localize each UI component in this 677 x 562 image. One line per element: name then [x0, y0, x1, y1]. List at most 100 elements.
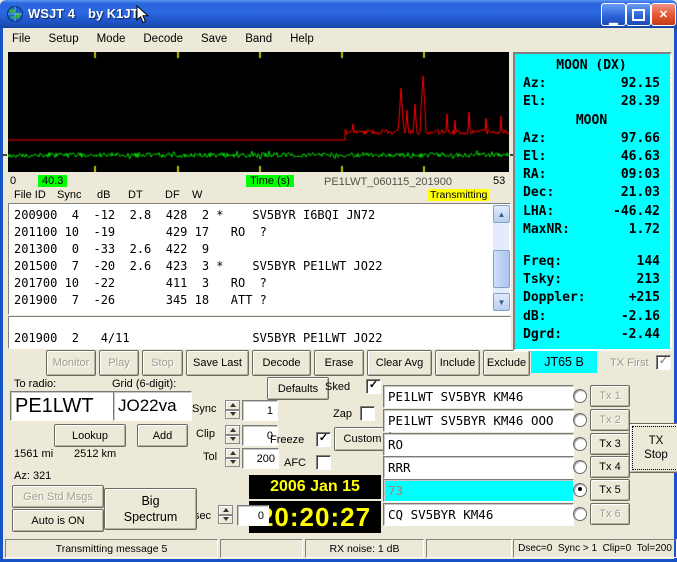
decode-row[interactable]: 201900 7 -26 345 18 ATT ?: [14, 292, 490, 309]
moon-row: Az: 97.66: [523, 130, 660, 146]
decode-header-df: DF: [165, 189, 180, 201]
azimuth-label: Az: 321: [14, 470, 52, 482]
stepper-down-icon[interactable]: [225, 409, 240, 419]
exclude-button[interactable]: Exclude: [483, 350, 530, 376]
zap-label: Zap: [333, 408, 352, 420]
add-button[interactable]: Add: [137, 424, 188, 447]
decode-header-w: W: [192, 189, 203, 201]
average-row[interactable]: 201900 2 4/11 SV5BYR PE1LWT JO22: [9, 330, 382, 348]
menu-item-file[interactable]: File: [3, 31, 40, 47]
tol-stepper[interactable]: [225, 448, 240, 467]
stepper-up-icon[interactable]: [225, 425, 240, 435]
clip-label: Clip: [196, 428, 215, 440]
tx1-button[interactable]: Tx 1: [590, 385, 630, 407]
decode-header-sync: Sync: [57, 189, 82, 201]
decode-header-dt: DT: [128, 189, 143, 201]
dsec-value[interactable]: 0: [237, 505, 269, 526]
scrollbar-thumb[interactable]: [493, 250, 510, 288]
erase-button[interactable]: Erase: [314, 350, 364, 376]
tx-message-field-3[interactable]: RO: [383, 433, 574, 456]
stepper-up-icon[interactable]: [218, 505, 233, 515]
stepper-down-icon[interactable]: [218, 514, 233, 524]
decode-row[interactable]: 201700 10 -22 411 3 RO ?: [14, 275, 490, 292]
menu-item-setup[interactable]: Setup: [40, 31, 88, 47]
stop-button[interactable]: Stop: [142, 350, 183, 376]
scroll-down-icon[interactable]: ▼: [493, 293, 510, 311]
tx6-button[interactable]: Tx 6: [590, 503, 630, 525]
clip-stepper[interactable]: [225, 425, 240, 444]
wsjt-main-window: WSJT 4 by K1JT ▁ ✕ File Setup Mode Decod…: [0, 0, 677, 562]
tx-stop-button[interactable]: TX Stop: [629, 423, 677, 473]
decode-button[interactable]: Decode: [252, 350, 311, 376]
transmitting-badge: Transmitting: [428, 189, 490, 201]
tx3-button[interactable]: Tx 3: [590, 433, 630, 455]
tx-radio-6[interactable]: [573, 507, 587, 521]
tx-message-field-6[interactable]: CQ SV5BYR KM46: [383, 503, 574, 526]
zap-checkbox[interactable]: [360, 406, 375, 421]
minimize-button[interactable]: ▁: [601, 3, 626, 26]
to-radio-input[interactable]: PE1LWT: [10, 391, 116, 421]
moon-row: El: 28.39: [523, 94, 660, 110]
decode-row[interactable]: 201300 0 -33 2.6 422 9: [14, 241, 490, 258]
decode-output[interactable]: 200900 4 -12 2.8 428 2 * SV5BYR I6BQI JN…: [8, 203, 511, 315]
big-spectrum-button[interactable]: Big Spectrum: [104, 488, 197, 530]
lookup-button[interactable]: Lookup: [54, 424, 126, 447]
moon-row: Freq: 144: [523, 254, 660, 270]
average-output[interactable]: 201900 2 4/11 SV5BYR PE1LWT JO22: [8, 316, 511, 349]
afc-checkbox[interactable]: [316, 455, 331, 470]
maximize-button[interactable]: [626, 3, 651, 26]
auto-button[interactable]: Auto is ON: [12, 509, 104, 532]
decode-scrollbar[interactable]: ▲ ▼: [493, 205, 510, 311]
decode-row[interactable]: 201100 10 -19 429 17 RO ?: [14, 224, 490, 241]
save-last-button[interactable]: Save Last: [186, 350, 249, 376]
grid-input[interactable]: JO22va: [113, 391, 192, 421]
sked-checkbox[interactable]: [366, 379, 381, 394]
spectrum-plot[interactable]: [8, 52, 509, 172]
freq-cursor-label: 40.3: [38, 175, 68, 187]
stepper-up-icon[interactable]: [225, 400, 240, 410]
tol-value[interactable]: 200: [242, 448, 279, 469]
tx4-button[interactable]: Tx 4: [590, 456, 630, 478]
menu-item-decode[interactable]: Decode: [134, 31, 192, 47]
stepper-down-icon[interactable]: [225, 457, 240, 467]
tx-radio-4[interactable]: [573, 460, 587, 474]
clear-avg-button[interactable]: Clear Avg: [367, 350, 432, 376]
stepper-up-icon[interactable]: [225, 448, 240, 458]
sync-label: Sync: [192, 403, 217, 415]
menu-item-save[interactable]: Save: [192, 31, 236, 47]
decode-row[interactable]: 201500 7 -20 2.6 423 3 * SV5BYR PE1LWT J…: [14, 258, 490, 275]
menu-item-mode[interactable]: Mode: [88, 31, 135, 47]
menu-item-help[interactable]: Help: [281, 31, 323, 47]
stepper-down-icon[interactable]: [225, 434, 240, 444]
sync-stepper[interactable]: [225, 400, 240, 419]
tx5-button[interactable]: Tx 5: [590, 479, 630, 501]
dsec-stepper[interactable]: [218, 505, 233, 524]
tx-radio-5[interactable]: [573, 483, 587, 497]
scroll-up-icon[interactable]: ▲: [493, 205, 510, 223]
defaults-button[interactable]: Defaults: [267, 377, 329, 400]
tx-message-field-2[interactable]: PE1LWT SV5BYR KM46 OOO: [383, 409, 574, 432]
tx-message-field-5[interactable]: 73: [383, 479, 574, 502]
decode-row[interactable]: 200900 4 -12 2.8 428 2 * SV5BYR I6BQI JN…: [14, 207, 490, 224]
tx-radio-3[interactable]: [573, 437, 587, 451]
freeze-checkbox[interactable]: [316, 432, 331, 447]
moon-row: dB: -2.16: [523, 308, 660, 324]
tx-first-checkbox[interactable]: [656, 355, 671, 370]
monitor-button[interactable]: Monitor: [46, 350, 96, 376]
status-rx-noise: RX noise: 1 dB: [305, 539, 424, 558]
play-button[interactable]: Play: [99, 350, 139, 376]
tx-radio-1[interactable]: [573, 389, 587, 403]
menu-item-band[interactable]: Band: [236, 31, 281, 47]
sync-value[interactable]: 1: [242, 400, 278, 421]
tx-message-field-1[interactable]: PE1LWT SV5BYR KM46: [383, 385, 574, 408]
gen-std-msgs-button[interactable]: Gen Std Msgs: [12, 485, 104, 508]
window-title: WSJT 4: [28, 6, 75, 21]
afc-label: AFC: [284, 457, 306, 469]
date-display: 2006 Jan 15: [249, 475, 381, 499]
tx-message-field-4[interactable]: RRR: [383, 456, 574, 479]
close-button[interactable]: ✕: [651, 3, 676, 26]
title-bar[interactable]: WSJT 4 by K1JT ▁ ✕: [0, 0, 677, 28]
tx2-button[interactable]: Tx 2: [590, 409, 630, 431]
include-button[interactable]: Include: [435, 350, 480, 376]
tx-radio-2[interactable]: [573, 413, 587, 427]
